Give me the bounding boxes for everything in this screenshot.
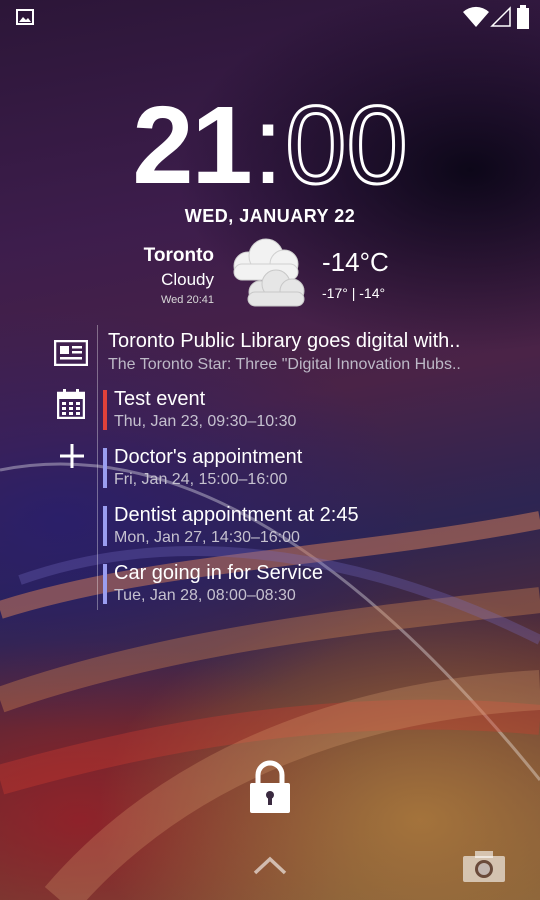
- chevron-up-icon[interactable]: [252, 854, 288, 876]
- event-time: Thu, Jan 23, 09:30–10:30: [114, 413, 297, 430]
- signal-icon: [490, 6, 511, 27]
- weather-city: Toronto: [143, 245, 214, 266]
- clock-hours: 21: [132, 84, 252, 207]
- wifi-icon: [463, 6, 489, 27]
- battery-icon: [517, 5, 529, 29]
- clock-minutes: 00: [284, 84, 409, 207]
- gallery-icon: [16, 9, 34, 25]
- calendar-icon[interactable]: [57, 389, 85, 419]
- weather-temperature: -14°C: [322, 247, 389, 277]
- news-title: Toronto Public Library goes digital with…: [108, 330, 461, 352]
- news-item[interactable]: Toronto Public Library goes digital with…: [108, 328, 488, 376]
- weather-temps[interactable]: -14°C -17° | -14°: [322, 246, 389, 304]
- clock-separator: :: [252, 84, 284, 207]
- event-item[interactable]: Dentist appointment at 2:45 Mon, Jan 27,…: [103, 504, 483, 548]
- event-color-bar: [103, 506, 107, 546]
- event-title: Doctor's appointment: [114, 446, 303, 468]
- event-color-bar: [103, 448, 107, 488]
- event-title: Car going in for Service: [114, 562, 323, 584]
- weather-info[interactable]: Toronto Cloudy Wed 20:41: [144, 244, 214, 308]
- weather-range: -17° | -14°: [322, 285, 386, 301]
- cloudy-icon[interactable]: [226, 236, 316, 316]
- weather-updated: Wed 20:41: [160, 294, 214, 306]
- event-color-bar: [103, 390, 107, 430]
- event-color-bar: [103, 564, 107, 604]
- camera-icon[interactable]: [463, 850, 505, 882]
- event-title: Dentist appointment at 2:45: [114, 504, 359, 526]
- status-bar: [0, 0, 540, 36]
- event-time: Mon, Jan 27, 14:30–16:00: [114, 529, 300, 546]
- add-icon[interactable]: [58, 442, 86, 470]
- divider: [97, 325, 98, 610]
- event-time: Fri, Jan 24, 15:00–16:00: [114, 471, 288, 488]
- event-time: Tue, Jan 28, 08:00–08:30: [114, 587, 296, 604]
- event-item[interactable]: Test event Thu, Jan 23, 09:30–10:30: [103, 388, 483, 432]
- lock-icon[interactable]: [248, 760, 292, 814]
- event-item[interactable]: Doctor's appointment Fri, Jan 24, 15:00–…: [103, 446, 483, 490]
- event-title: Test event: [114, 388, 206, 410]
- news-icon[interactable]: [54, 340, 88, 366]
- clock: 21:00: [0, 89, 540, 202]
- event-item[interactable]: Car going in for Service Tue, Jan 28, 08…: [103, 562, 483, 606]
- date-label: WED, JANUARY 22: [184, 206, 356, 226]
- weather-condition: Cloudy: [161, 270, 214, 289]
- news-subtitle: The Toronto Star: Three "Digital Innovat…: [108, 356, 461, 373]
